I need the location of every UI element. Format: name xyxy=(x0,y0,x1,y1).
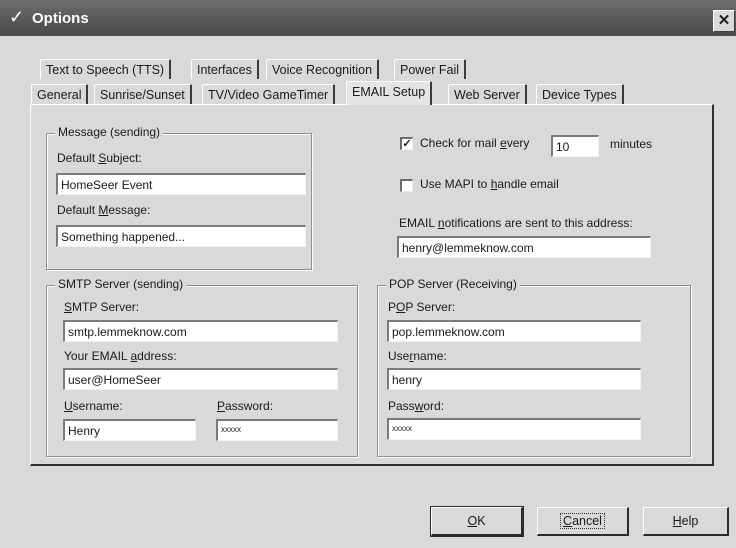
message-group-legend: Message (sending) xyxy=(55,125,164,139)
tab-tv-video-gametimer[interactable]: TV/Video GameTimer xyxy=(202,84,336,104)
check-icon: ✓ xyxy=(402,138,412,150)
title-bar[interactable]: ✓ Options ✕ xyxy=(0,0,736,36)
email-setup-panel: Message (sending) Default Subject: HomeS… xyxy=(30,104,714,466)
pop-server-input[interactable]: pop.lemmeknow.com xyxy=(387,320,641,342)
smtp-username-label: Username: xyxy=(64,399,123,413)
your-email-address-label: Your EMAIL address: xyxy=(64,349,177,363)
minutes-label: minutes xyxy=(610,137,653,151)
mail-interval-input[interactable]: 10 xyxy=(551,135,599,157)
tab-email-setup[interactable]: EMAIL Setup xyxy=(346,81,433,105)
default-subject-input[interactable]: HomeSeer Event xyxy=(56,173,306,195)
smtp-server-input[interactable]: smtp.lemmeknow.com xyxy=(63,320,338,342)
default-subject-label: Default Subject: xyxy=(57,151,142,165)
tab-device-types[interactable]: Device Types xyxy=(536,84,624,104)
tab-web-server[interactable]: Web Server xyxy=(448,84,527,104)
notifications-email-input[interactable]: henry@lemmeknow.com xyxy=(397,236,651,258)
default-message-input[interactable]: Something happened... xyxy=(56,225,306,247)
use-mapi-label: Use MAPI to handle email xyxy=(420,177,559,191)
ok-button[interactable]: OK xyxy=(430,506,524,537)
checkmark-icon: ✓ xyxy=(9,7,25,27)
pop-username-input[interactable]: henry xyxy=(387,368,641,390)
use-mapi-checkbox[interactable] xyxy=(400,179,413,192)
pop-group-legend: POP Server (Receiving) xyxy=(386,277,520,291)
help-button[interactable]: Help xyxy=(643,507,729,536)
default-message-label: Default Message: xyxy=(57,203,151,217)
smtp-username-input[interactable]: Henry xyxy=(63,419,196,441)
cancel-button[interactable]: Cancel xyxy=(537,507,629,536)
smtp-group-legend: SMTP Server (sending) xyxy=(55,277,187,291)
close-button[interactable]: ✕ xyxy=(713,10,735,32)
message-sending-group: Message (sending) Default Subject: HomeS… xyxy=(46,125,312,270)
pop-server-label: POP Server: xyxy=(388,300,456,314)
your-email-address-input[interactable]: user@HomeSeer xyxy=(63,368,338,390)
pop-password-label: Password: xyxy=(388,399,445,413)
notifications-label: EMAIL notifications are sent to this add… xyxy=(399,216,633,230)
tab-sunrise-sunset[interactable]: Sunrise/Sunset xyxy=(94,84,192,104)
pop-username-label: Username: xyxy=(388,349,447,363)
smtp-password-input[interactable]: xxxxx xyxy=(216,419,338,441)
check-mail-label: Check for mail every xyxy=(420,136,530,150)
tab-interfaces[interactable]: Interfaces xyxy=(191,59,259,79)
pop-password-input[interactable]: xxxxx xyxy=(387,418,641,440)
pop-server-group: POP Server (Receiving) POP Server: pop.l… xyxy=(377,277,691,457)
check-mail-checkbox[interactable]: ✓ xyxy=(400,137,413,150)
smtp-server-group: SMTP Server (sending) SMTP Server: smtp.… xyxy=(46,277,358,457)
options-dialog: ✓ Options ✕ Text to Speech (TTS) Interfa… xyxy=(0,0,736,548)
window-title: Options xyxy=(32,10,89,27)
tab-general[interactable]: General xyxy=(31,84,89,104)
smtp-server-label: SMTP Server: xyxy=(64,300,140,314)
close-icon: ✕ xyxy=(717,12,731,29)
tab-text-to-speech[interactable]: Text to Speech (TTS) xyxy=(40,59,172,79)
cancel-button-label: Cancel xyxy=(560,513,605,529)
tab-voice-recognition[interactable]: Voice Recognition xyxy=(266,59,380,79)
tab-power-fail[interactable]: Power Fail xyxy=(394,59,467,79)
smtp-password-label: Password: xyxy=(217,399,274,413)
